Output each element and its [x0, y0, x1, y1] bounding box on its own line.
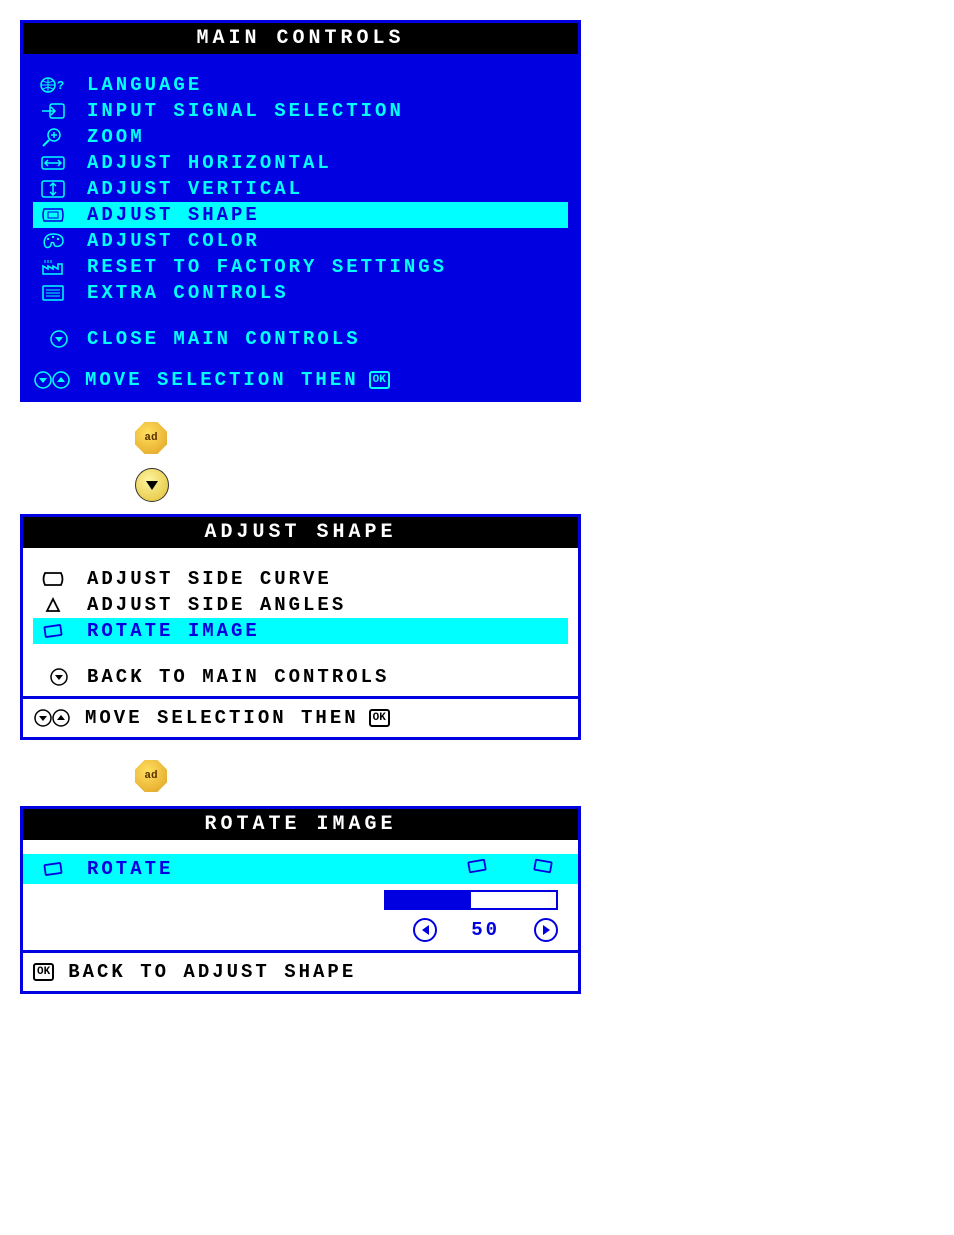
side-angles-icon [37, 595, 69, 615]
rotate-value-row: 50 [23, 916, 578, 950]
rotate-image-panel: ROTATE IMAGE ROTATE 50 [20, 806, 581, 994]
right-arrow-button[interactable] [534, 918, 558, 942]
main-controls-body: ? LANGUAGE INPUT SIGNAL SELECTION ZOOM A… [23, 54, 578, 358]
up-down-circles-icon [33, 370, 73, 390]
down-hardware-button[interactable] [135, 468, 167, 500]
menu-item-input-signal[interactable]: INPUT SIGNAL SELECTION [33, 98, 568, 124]
menu-item-adjust-vertical[interactable]: ADJUST VERTICAL [33, 176, 568, 202]
rotate-icon [37, 859, 69, 879]
ok-icon: OK [369, 371, 390, 389]
ok-hardware-button[interactable]: ad [135, 422, 167, 454]
down-triangle-icon [146, 481, 158, 490]
ok-hardware-button-2[interactable]: ad [135, 760, 167, 792]
adjust-shape-title: ADJUST SHAPE [23, 517, 578, 548]
rotate-footer: OK BACK TO ADJUST SHAPE [23, 950, 578, 991]
menu-item-zoom[interactable]: ZOOM [33, 124, 568, 150]
menu-label: CLOSE MAIN CONTROLS [87, 328, 361, 350]
list-icon [37, 283, 69, 303]
menu-label: ZOOM [87, 126, 145, 148]
horiz-arrows-icon [37, 153, 69, 173]
menu-label: EXTRA CONTROLS [87, 282, 289, 304]
globe-question-icon: ? [37, 75, 69, 95]
main-footer: MOVE SELECTION THEN OK [23, 358, 578, 399]
vert-arrows-icon [37, 179, 69, 199]
rotate-slider[interactable] [384, 890, 558, 910]
magnify-plus-icon [37, 127, 69, 147]
menu-item-side-angles[interactable]: ADJUST SIDE ANGLES [33, 592, 568, 618]
footer-text: BACK TO ADJUST SHAPE [68, 961, 356, 983]
rotate-cw-icon [530, 856, 556, 882]
rotate-ccw-icon [464, 856, 490, 882]
menu-label: LANGUAGE [87, 74, 202, 96]
rotate-value: 50 [471, 919, 500, 941]
menu-label: RESET TO FACTORY SETTINGS [87, 256, 447, 278]
input-arrow-icon [37, 101, 69, 121]
ok-button-label: ad [144, 770, 157, 782]
shape-icon [37, 205, 69, 225]
main-controls-panel: MAIN CONTROLS ? LANGUAGE INPUT SIGNAL SE… [20, 20, 581, 402]
menu-item-extra-controls[interactable]: EXTRA CONTROLS [33, 280, 568, 306]
adjust-shape-body: ADJUST SIDE CURVE ADJUST SIDE ANGLES ROT… [23, 548, 578, 696]
main-controls-title: MAIN CONTROLS [23, 23, 578, 54]
footer-text: MOVE SELECTION THEN [85, 707, 359, 729]
menu-item-rotate-image[interactable]: ROTATE IMAGE [33, 618, 568, 644]
factory-icon [37, 257, 69, 277]
menu-item-side-curve[interactable]: ADJUST SIDE CURVE [33, 566, 568, 592]
menu-item-back-main[interactable]: BACK TO MAIN CONTROLS [33, 664, 568, 690]
svg-text:?: ? [57, 79, 66, 93]
rotate-image-body: ROTATE 50 [23, 840, 578, 950]
down-circle-icon [37, 329, 69, 349]
up-down-circles-icon [33, 708, 73, 728]
menu-item-factory-reset[interactable]: RESET TO FACTORY SETTINGS [33, 254, 568, 280]
menu-label: ADJUST SIDE CURVE [87, 568, 332, 590]
menu-label: ADJUST VERTICAL [87, 178, 303, 200]
left-arrow-button[interactable] [413, 918, 437, 942]
ok-icon: OK [369, 709, 390, 727]
down-circle-icon [37, 667, 69, 687]
rotate-control-row[interactable]: ROTATE [23, 854, 578, 884]
menu-item-adjust-color[interactable]: ADJUST COLOR [33, 228, 568, 254]
menu-label: INPUT SIGNAL SELECTION [87, 100, 404, 122]
side-curve-icon [37, 569, 69, 589]
menu-item-adjust-horizontal[interactable]: ADJUST HORIZONTAL [33, 150, 568, 176]
menu-label: ROTATE IMAGE [87, 620, 260, 642]
shape-footer: MOVE SELECTION THEN OK [23, 696, 578, 737]
palette-icon [37, 231, 69, 251]
ok-icon: OK [33, 963, 54, 981]
adjust-shape-panel: ADJUST SHAPE ADJUST SIDE CURVE ADJUST SI… [20, 514, 581, 740]
menu-item-language[interactable]: ? LANGUAGE [33, 72, 568, 98]
menu-label: ADJUST COLOR [87, 230, 260, 252]
menu-label: ADJUST HORIZONTAL [87, 152, 332, 174]
menu-item-close[interactable]: CLOSE MAIN CONTROLS [33, 326, 568, 352]
rotate-slider-fill [386, 892, 471, 908]
ok-button-label: ad [144, 432, 157, 444]
menu-label: ADJUST SIDE ANGLES [87, 594, 346, 616]
rotate-image-title: ROTATE IMAGE [23, 809, 578, 840]
footer-text: MOVE SELECTION THEN [85, 369, 359, 391]
rotate-label: ROTATE [87, 858, 173, 880]
menu-item-adjust-shape[interactable]: ADJUST SHAPE [33, 202, 568, 228]
menu-label: ADJUST SHAPE [87, 204, 260, 226]
rotate-icon [37, 621, 69, 641]
rotate-slider-row [23, 884, 578, 916]
menu-label: BACK TO MAIN CONTROLS [87, 666, 389, 688]
